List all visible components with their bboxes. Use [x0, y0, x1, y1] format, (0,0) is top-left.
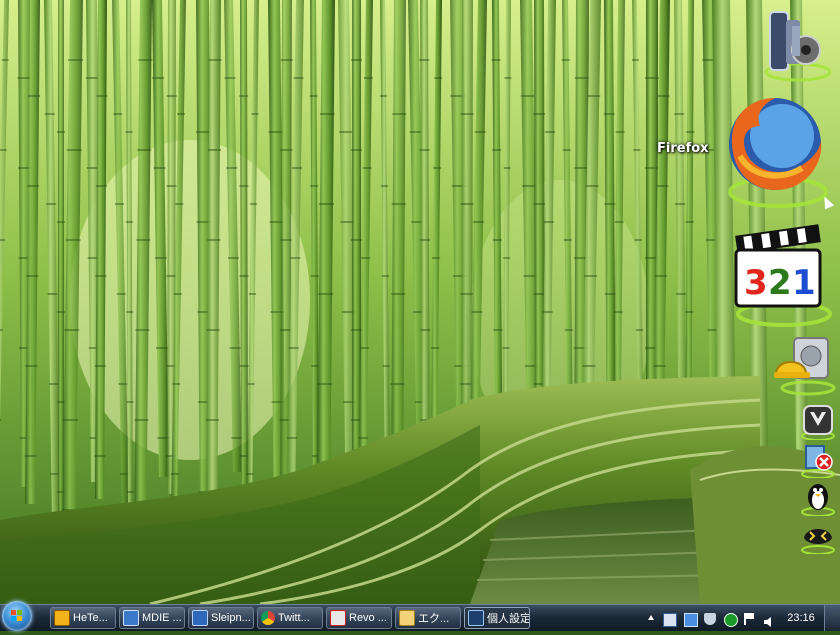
dock-item-firefox[interactable]: [720, 96, 830, 212]
personalize-icon: [468, 610, 484, 626]
volume-icon[interactable]: [763, 613, 775, 627]
dock-item-disk-utility[interactable]: [772, 336, 836, 396]
desktop-wallpaper[interactable]: [0, 0, 840, 604]
taskbar: HeTe... MDIE ... Sleipn... Twitt... Revo…: [0, 601, 840, 631]
taskbar-button-twitter[interactable]: Twitt...: [257, 607, 323, 629]
windows-logo-icon: [11, 610, 22, 621]
media-player-classic-icon: 3 2 1: [734, 224, 832, 327]
svg-text:3: 3: [744, 263, 768, 303]
chrome-icon: [261, 611, 275, 625]
taskbar-button-hete[interactable]: HeTe...: [50, 607, 116, 629]
shield-icon[interactable]: [704, 613, 716, 625]
task-label: エク...: [418, 613, 450, 625]
block-icon[interactable]: [724, 613, 738, 627]
task-label: HeTe...: [73, 612, 108, 624]
hete-icon: [54, 610, 70, 626]
task-label: Revo ...: [349, 612, 387, 624]
svg-text:1: 1: [792, 263, 816, 303]
network-icon[interactable]: [684, 613, 698, 627]
remove-program-icon: [801, 445, 835, 479]
flag-icon[interactable]: [744, 613, 756, 625]
task-label: Twitt...: [278, 612, 310, 624]
revo-icon: [330, 610, 346, 626]
dock-item-archiver[interactable]: [800, 404, 836, 441]
task-label: MDIE ...: [142, 612, 182, 624]
task-label: 個人設定: [487, 613, 530, 625]
sleipnir-icon: [801, 529, 835, 555]
dock-item-remove-program[interactable]: [800, 442, 836, 479]
task-label: Sleipn...: [211, 612, 251, 624]
dock-item-media-player-classic[interactable]: 3 2 1: [728, 222, 834, 328]
disk-utility-icon: [774, 337, 836, 396]
taskbar-clock[interactable]: 23:16: [782, 607, 820, 629]
tray-overflow-arrow[interactable]: [648, 615, 654, 620]
taskbar-button-sleipnir[interactable]: Sleipn...: [188, 607, 254, 629]
taskbar-button-personalize[interactable]: 個人設定: [464, 607, 530, 629]
start-button[interactable]: [2, 601, 32, 631]
dock-item-sleipnir[interactable]: [800, 518, 836, 555]
show-desktop-button[interactable]: [824, 605, 840, 631]
mail-icon[interactable]: [663, 613, 677, 627]
taskbar-button-explorer[interactable]: エク...: [395, 607, 461, 629]
penguin-icon: [801, 484, 835, 517]
taskbar-button-revo[interactable]: Revo ...: [326, 607, 392, 629]
taskbar-button-mdie[interactable]: MDIE ...: [119, 607, 185, 629]
folder-icon: [399, 610, 415, 626]
mdie-icon: [123, 610, 139, 626]
sleipnir-icon: [192, 610, 208, 626]
svg-text:2: 2: [768, 263, 792, 303]
dock-item-sound[interactable]: [762, 6, 834, 82]
sound-icon: [764, 11, 832, 82]
clock-time: 23:16: [787, 612, 815, 624]
dock-item-penguin[interactable]: [800, 480, 836, 517]
archiver-icon: [801, 405, 835, 441]
firefox-icon: [728, 98, 828, 208]
dock-tooltip-label: Firefox: [657, 141, 709, 156]
